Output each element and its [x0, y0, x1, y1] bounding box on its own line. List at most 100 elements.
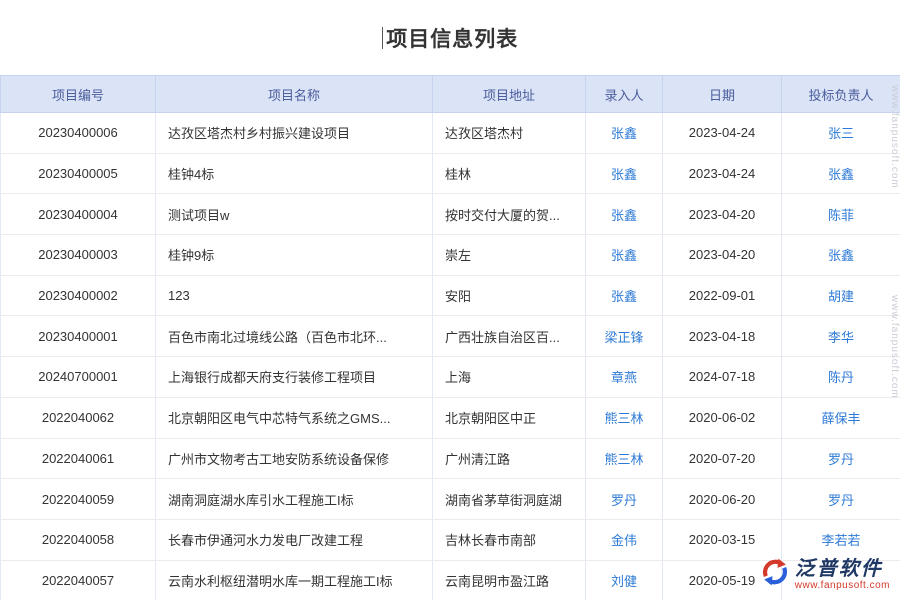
cell-entry-person-link[interactable]: 梁正锋 — [604, 330, 643, 345]
cell-bid-manager[interactable]: 薛保丰 — [782, 397, 900, 438]
cell-bid-manager-link[interactable]: 李若若 — [821, 533, 860, 548]
cell-project-number: 20240700001 — [1, 357, 156, 398]
cell-bid-manager-link[interactable]: 张鑫 — [828, 167, 854, 182]
cell-entry-person-link[interactable]: 刘健 — [611, 574, 637, 589]
cell-date: 2022-09-01 — [663, 275, 782, 316]
cell-bid-manager[interactable]: 罗丹 — [782, 438, 900, 479]
cell-bid-manager-link[interactable]: 罗丹 — [828, 493, 854, 508]
project-table: 项目编号项目名称项目地址录入人日期投标负责人 20230400006达孜区塔杰村… — [0, 75, 900, 600]
cell-bid-manager-link[interactable]: 张三 — [828, 126, 854, 141]
cell-entry-person[interactable]: 张鑫 — [586, 275, 663, 316]
cell-date: 2024-07-18 — [663, 357, 782, 398]
cell-entry-person-link[interactable]: 熊三林 — [604, 411, 643, 426]
cell-entry-person[interactable]: 张鑫 — [586, 153, 663, 194]
page-title-text: 项目信息列表 — [386, 23, 518, 53]
cell-bid-manager[interactable]: 罗丹 — [782, 479, 900, 520]
cell-project-name: 湖南洞庭湖水库引水工程施工I标 — [156, 479, 433, 520]
cell-entry-person-link[interactable]: 章燕 — [611, 370, 637, 385]
cell-entry-person-link[interactable]: 张鑫 — [611, 167, 637, 182]
table-row: 20230400006达孜区塔杰村乡村振兴建设项目达孜区塔杰村张鑫2023-04… — [1, 113, 900, 154]
table-body: 20230400006达孜区塔杰村乡村振兴建设项目达孜区塔杰村张鑫2023-04… — [1, 113, 900, 600]
cell-entry-person-link[interactable]: 张鑫 — [611, 248, 637, 263]
cell-entry-person[interactable]: 罗丹 — [586, 479, 663, 520]
cell-bid-manager[interactable]: 李若若 — [782, 519, 900, 560]
brand-url: www.fanpusoft.com — [795, 580, 890, 591]
table-row: 20230400003桂钟9标崇左张鑫2023-04-20张鑫 — [1, 235, 900, 276]
page-title: 项目信息列表 — [382, 23, 519, 53]
cell-project-address: 广州清江路 — [433, 438, 586, 479]
cell-bid-manager-link[interactable]: 薛保丰 — [821, 411, 860, 426]
cell-date: 2023-04-24 — [663, 113, 782, 154]
cell-project-number: 20230400002 — [1, 275, 156, 316]
cell-project-number: 2022040061 — [1, 438, 156, 479]
cell-project-name: 长春市伊通河水力发电厂改建工程 — [156, 519, 433, 560]
table-header: 项目编号项目名称项目地址录入人日期投标负责人 — [1, 76, 900, 113]
table-header-row: 项目编号项目名称项目地址录入人日期投标负责人 — [1, 76, 900, 113]
cell-bid-manager[interactable]: 李华 — [782, 316, 900, 357]
cell-entry-person[interactable]: 章燕 — [586, 357, 663, 398]
text-cursor — [382, 27, 384, 49]
brand-name: 泛普软件 — [795, 559, 883, 580]
cell-entry-person[interactable]: 张鑫 — [586, 113, 663, 154]
table-row: 20230400004测试项目w按时交付大厦的贺...张鑫2023-04-20陈… — [1, 194, 900, 235]
cell-bid-manager-link[interactable]: 李华 — [828, 330, 854, 345]
cell-project-name: 北京朝阳区电气中芯特气系统之GMS... — [156, 397, 433, 438]
cell-bid-manager-link[interactable]: 张鑫 — [828, 248, 854, 263]
cell-entry-person[interactable]: 金伟 — [586, 519, 663, 560]
column-header: 日期 — [663, 76, 782, 113]
brand-logo-icon — [760, 557, 790, 592]
cell-entry-person[interactable]: 梁正锋 — [586, 316, 663, 357]
cell-entry-person[interactable]: 刘健 — [586, 560, 663, 600]
cell-project-name: 123 — [156, 275, 433, 316]
cell-entry-person-link[interactable]: 罗丹 — [611, 493, 637, 508]
cell-date: 2020-06-02 — [663, 397, 782, 438]
cell-entry-person-link[interactable]: 金伟 — [611, 533, 637, 548]
cell-project-number: 20230400004 — [1, 194, 156, 235]
cell-bid-manager[interactable]: 张鑫 — [782, 153, 900, 194]
cell-project-address: 广西壮族自治区百... — [433, 316, 586, 357]
cell-entry-person-link[interactable]: 张鑫 — [611, 289, 637, 304]
cell-project-number: 20230400006 — [1, 113, 156, 154]
cell-project-name: 桂钟4标 — [156, 153, 433, 194]
cell-bid-manager[interactable]: 胡建 — [782, 275, 900, 316]
column-header: 项目名称 — [156, 76, 433, 113]
cell-date: 2023-04-20 — [663, 194, 782, 235]
cell-entry-person-link[interactable]: 张鑫 — [611, 126, 637, 141]
cell-bid-manager-link[interactable]: 胡建 — [828, 289, 854, 304]
cell-bid-manager[interactable]: 陈菲 — [782, 194, 900, 235]
cell-project-name: 云南水利枢纽潜明水库一期工程施工I标 — [156, 560, 433, 600]
cell-entry-person-link[interactable]: 熊三林 — [604, 452, 643, 467]
cell-project-number: 20230400003 — [1, 235, 156, 276]
cell-project-address: 按时交付大厦的贺... — [433, 194, 586, 235]
column-header: 投标负责人 — [782, 76, 900, 113]
column-header: 项目编号 — [1, 76, 156, 113]
cell-project-address: 安阳 — [433, 275, 586, 316]
cell-project-number: 2022040062 — [1, 397, 156, 438]
brand-watermark: 泛普软件 www.fanpusoft.com — [760, 557, 890, 592]
cell-entry-person[interactable]: 熊三林 — [586, 397, 663, 438]
cell-bid-manager[interactable]: 陈丹 — [782, 357, 900, 398]
cell-project-address: 湖南省茅草街洞庭湖 — [433, 479, 586, 520]
table-row: 20230400005桂钟4标桂林张鑫2023-04-24张鑫 — [1, 153, 900, 194]
cell-entry-person[interactable]: 张鑫 — [586, 194, 663, 235]
cell-date: 2023-04-18 — [663, 316, 782, 357]
cell-date: 2020-06-20 — [663, 479, 782, 520]
cell-project-address: 吉林长春市南部 — [433, 519, 586, 560]
cell-project-address: 上海 — [433, 357, 586, 398]
table-row: 2022040062北京朝阳区电气中芯特气系统之GMS...北京朝阳区中正 熊三林… — [1, 397, 900, 438]
cell-bid-manager[interactable]: 张三 — [782, 113, 900, 154]
cell-date: 2020-03-15 — [663, 519, 782, 560]
cell-project-address: 崇左 — [433, 235, 586, 276]
cell-bid-manager-link[interactable]: 陈菲 — [828, 208, 854, 223]
cell-bid-manager-link[interactable]: 陈丹 — [828, 370, 854, 385]
cell-date: 2020-07-20 — [663, 438, 782, 479]
table-row: 2022040061广州市文物考古工地安防系统设备保修广州清江路熊三林2020-… — [1, 438, 900, 479]
cell-project-address: 云南昆明市盈江路 — [433, 560, 586, 600]
cell-entry-person-link[interactable]: 张鑫 — [611, 208, 637, 223]
cell-entry-person[interactable]: 熊三林 — [586, 438, 663, 479]
cell-project-address: 北京朝阳区中正 — [433, 397, 586, 438]
cell-entry-person[interactable]: 张鑫 — [586, 235, 663, 276]
cell-project-number: 2022040058 — [1, 519, 156, 560]
cell-bid-manager[interactable]: 张鑫 — [782, 235, 900, 276]
cell-bid-manager-link[interactable]: 罗丹 — [828, 452, 854, 467]
